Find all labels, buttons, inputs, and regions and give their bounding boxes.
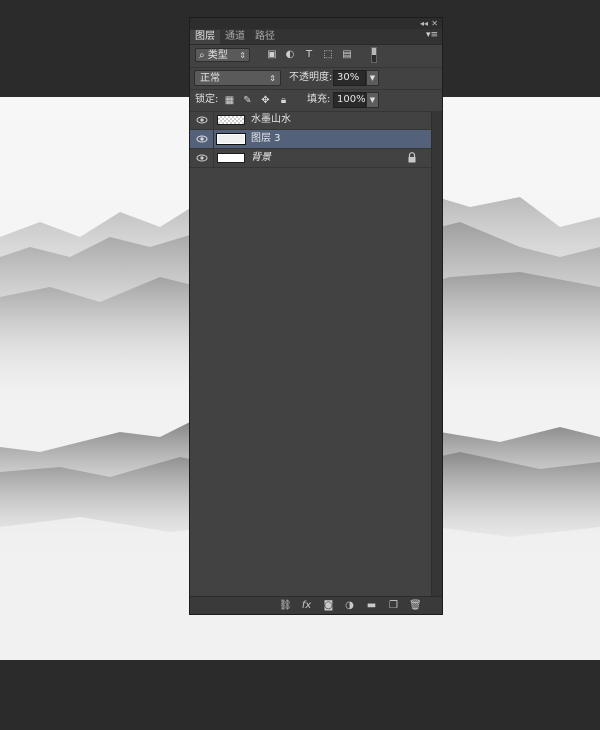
search-icon: ⌕ — [199, 50, 205, 61]
opacity-field[interactable]: 30% — [333, 70, 366, 86]
collapse-icon[interactable]: ◂◂ — [420, 18, 428, 29]
blend-mode-select[interactable]: 正常 ⇕ — [194, 70, 281, 86]
divider — [213, 149, 214, 167]
lock-position-icon[interactable]: ✥ — [260, 95, 271, 106]
layers-scrollbar[interactable] — [431, 111, 442, 596]
panel-tabs: 图层 通道 路径 ▾≡ — [190, 29, 442, 45]
filter-row: ⌕ 类型 ⇕ ▣ ◐ T ⬚ ▤ — [190, 45, 442, 68]
adjustment-filter-icon[interactable]: ◐ — [284, 49, 296, 61]
lock-row: 锁定: ▦ ✎ ✥ 🔒︎ 填充: 100% ▼ — [190, 89, 442, 112]
opacity-slider-button[interactable]: ▼ — [366, 70, 379, 86]
pixel-filter-icon[interactable]: ▣ — [266, 49, 278, 61]
layer-name[interactable]: 图层 3 — [251, 132, 281, 146]
workspace-bottom — [0, 660, 600, 730]
fx-icon[interactable]: fx — [301, 600, 312, 611]
divider — [213, 111, 214, 129]
folder-icon[interactable]: ▬ — [366, 600, 377, 611]
layers-list: 水墨山水 图层 3 背景 — [190, 111, 431, 596]
type-filter-icon[interactable]: T — [303, 49, 315, 61]
fill-slider-button[interactable]: ▼ — [366, 92, 379, 108]
layer-name[interactable]: 背景 — [251, 151, 271, 165]
layer-thumbnail — [216, 133, 246, 145]
close-icon[interactable]: ✕ — [431, 18, 438, 29]
smartobject-filter-icon[interactable]: ▤ — [341, 49, 353, 61]
visibility-eye-icon[interactable] — [196, 114, 208, 126]
layer-thumbnail — [217, 115, 245, 125]
fill-field[interactable]: 100% — [333, 92, 366, 108]
panel-menu-icon[interactable]: ▾≡ — [426, 30, 438, 40]
visibility-eye-icon[interactable] — [196, 133, 208, 145]
lock-transparent-icon[interactable]: ▦ — [224, 95, 235, 106]
link-icon[interactable]: ⛓ — [279, 600, 292, 611]
updown-icon: ⇕ — [269, 74, 276, 83]
layer-thumbnail — [217, 153, 245, 163]
blend-row: 正常 ⇕ 不透明度: 30% ▼ — [190, 67, 442, 90]
divider — [213, 130, 214, 148]
new-layer-icon[interactable]: ❐ — [388, 600, 399, 611]
layer-row-shuimo[interactable]: 水墨山水 — [190, 111, 431, 130]
updown-icon: ⇕ — [239, 51, 246, 60]
layers-panel: ◂◂ ✕ 图层 通道 路径 ▾≡ ⌕ 类型 ⇕ ▣ ◐ T ⬚ ▤ 正常 ⇕ 不… — [189, 17, 443, 615]
filter-kind-label: 类型 — [207, 50, 228, 61]
lock-paint-icon[interactable]: ✎ — [242, 95, 253, 106]
lock-label: 锁定: — [195, 94, 219, 105]
panel-titlebar[interactable]: ◂◂ ✕ — [190, 18, 442, 29]
tab-layers[interactable]: 图层 — [190, 30, 220, 44]
tab-paths[interactable]: 路径 — [250, 30, 280, 44]
filter-toggle[interactable] — [371, 47, 377, 63]
tab-channels[interactable]: 通道 — [220, 30, 250, 44]
fill-label: 填充: — [307, 94, 331, 105]
layer-name[interactable]: 水墨山水 — [251, 113, 291, 127]
shape-filter-icon[interactable]: ⬚ — [322, 49, 334, 61]
opacity-label: 不透明度: — [289, 72, 333, 83]
layer-row-layer3[interactable]: 图层 3 — [190, 130, 431, 149]
layer-row-background[interactable]: 背景 — [190, 149, 431, 168]
blend-mode-value: 正常 — [200, 73, 220, 84]
panel-footer: ⛓ fx ◙ ◑ ▬ ❐ 🗑︎ — [190, 596, 442, 614]
visibility-eye-icon[interactable] — [196, 152, 208, 164]
lock-icon[interactable] — [407, 152, 417, 163]
adjustment-icon[interactable]: ◑ — [344, 600, 355, 611]
trash-icon[interactable]: 🗑︎ — [409, 600, 422, 611]
mask-icon[interactable]: ◙ — [323, 600, 334, 611]
lock-all-icon[interactable]: 🔒︎ — [278, 95, 289, 106]
filter-kind-select[interactable]: ⌕ 类型 ⇕ — [195, 48, 250, 62]
